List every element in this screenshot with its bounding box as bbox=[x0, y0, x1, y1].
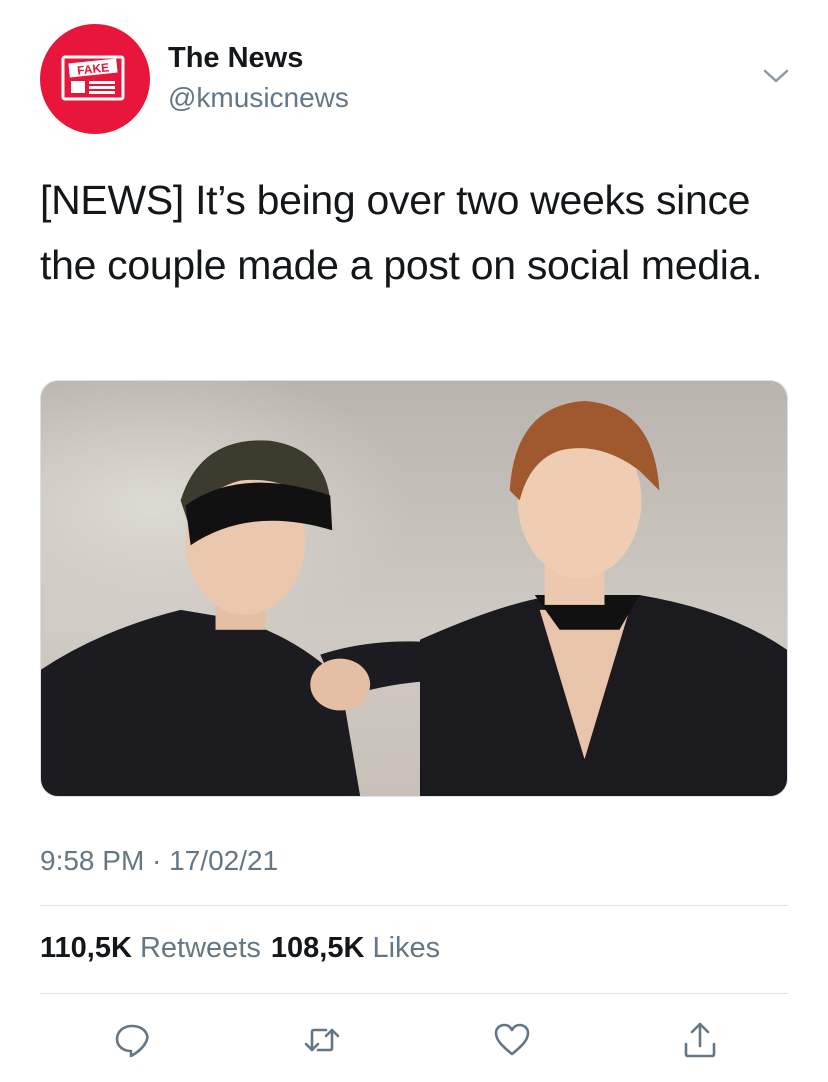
heart-icon bbox=[494, 1023, 530, 1056]
fake-newspaper-icon: FAKE bbox=[61, 55, 125, 101]
retweets-stat[interactable]: 110,5K Retweets bbox=[40, 932, 261, 965]
likes-stat[interactable]: 108,5K Likes bbox=[271, 932, 440, 965]
reply-icon bbox=[115, 1024, 149, 1058]
photo-two-people bbox=[41, 381, 787, 796]
chevron-down-icon[interactable] bbox=[762, 66, 790, 86]
account-name[interactable]: The News bbox=[168, 42, 303, 75]
tweet-timestamp[interactable]: 9:58 PM · 17/02/21 bbox=[40, 845, 278, 877]
retweets-count: 110,5K bbox=[40, 932, 132, 964]
share-icon bbox=[684, 1022, 716, 1058]
tweet-text: [NEWS] It’s being over two weeks since t… bbox=[40, 177, 763, 288]
likes-label: Likes bbox=[372, 932, 441, 964]
tweet-media-image[interactable] bbox=[40, 380, 788, 797]
divider bbox=[40, 993, 788, 994]
avatar-badge-text: FAKE bbox=[76, 60, 109, 77]
like-button[interactable] bbox=[484, 1012, 540, 1068]
account-handle[interactable]: @kmusicnews bbox=[168, 82, 349, 114]
likes-count: 108,5K bbox=[270, 932, 365, 964]
retweet-button[interactable] bbox=[294, 1012, 350, 1068]
reply-button[interactable] bbox=[104, 1012, 160, 1068]
retweet-icon bbox=[304, 1028, 340, 1052]
share-button[interactable] bbox=[672, 1012, 728, 1068]
avatar[interactable]: FAKE bbox=[40, 24, 150, 134]
action-bar bbox=[40, 1012, 788, 1068]
divider bbox=[40, 905, 788, 906]
retweets-label: Retweets bbox=[139, 932, 261, 964]
tweet-stats: 110,5K Retweets 108,5K Likes bbox=[40, 932, 440, 965]
